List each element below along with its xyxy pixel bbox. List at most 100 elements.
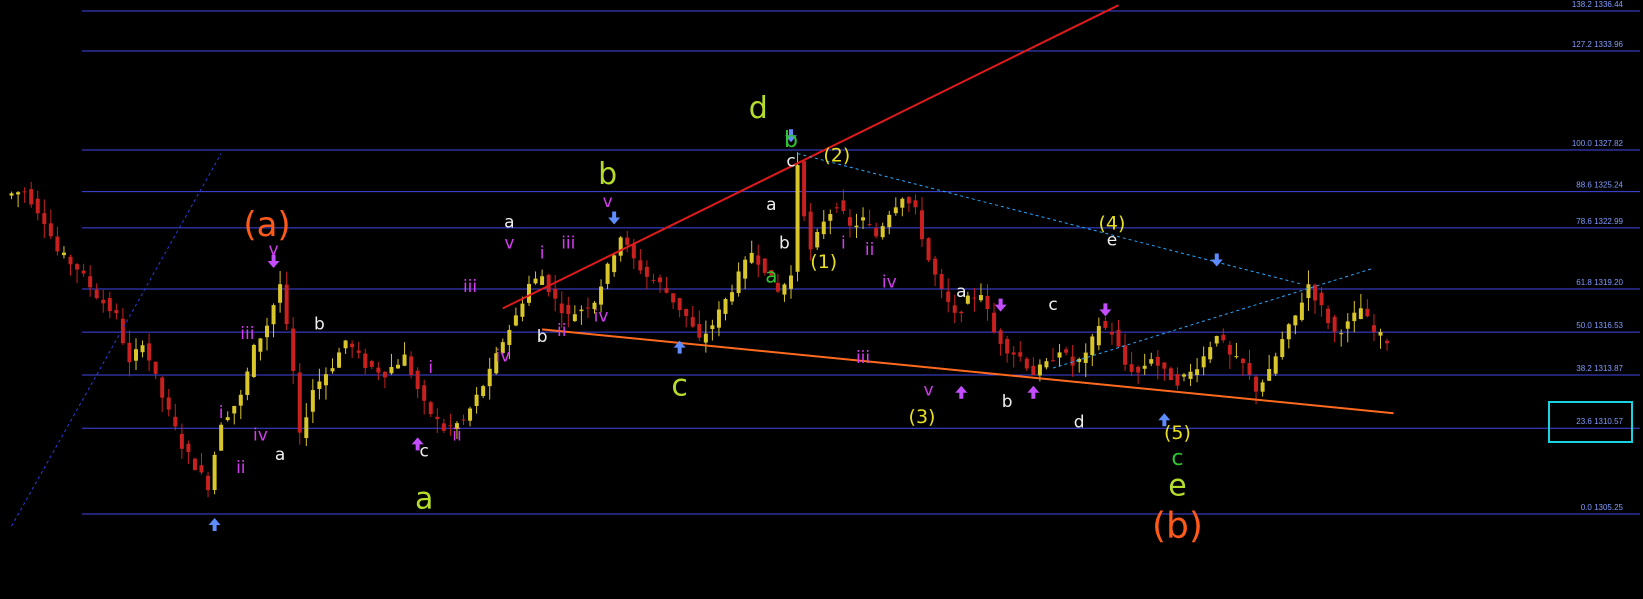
wave-label: c (1171, 446, 1183, 471)
candle-body (1286, 324, 1291, 340)
wave-label: v (603, 192, 613, 212)
candle-body (723, 299, 728, 314)
candle-body (684, 308, 689, 316)
candle-body (1024, 358, 1029, 369)
candle-body (1142, 365, 1147, 369)
candle-body (599, 286, 604, 305)
candle-body (225, 417, 230, 421)
candle-body (756, 255, 761, 265)
candle-body (638, 260, 643, 271)
candle-body (1247, 363, 1252, 375)
candle-body (1273, 356, 1278, 374)
candle-body (350, 343, 355, 348)
candle-body (834, 207, 839, 209)
candle-body (906, 197, 911, 204)
candle-body (1365, 308, 1370, 317)
candle-body (540, 276, 545, 285)
candle-body (1031, 365, 1036, 376)
candle-body (887, 214, 892, 228)
wave-label: iv (882, 272, 897, 292)
wave-label: b (784, 128, 798, 153)
candle-body (959, 311, 964, 314)
candle-body (35, 198, 40, 214)
candle-body (933, 258, 938, 275)
candle-body (939, 274, 944, 289)
candle-body (1044, 361, 1049, 368)
candle-body (507, 329, 512, 345)
candle-body (730, 292, 735, 302)
candle-body (1005, 338, 1010, 354)
wave-label: b (1002, 392, 1013, 412)
candle-body (127, 342, 132, 363)
candle-body (992, 312, 997, 333)
wave-label: c (786, 151, 795, 171)
wave-label: a (766, 195, 776, 215)
candle-body (487, 368, 492, 387)
candle-body (605, 263, 610, 284)
candle-body (815, 231, 820, 248)
candle-body (736, 271, 741, 294)
candle-body (101, 299, 106, 304)
candle-body (206, 475, 211, 491)
candle-body (1339, 333, 1344, 335)
wave-label: e (1168, 468, 1186, 503)
candle-body (356, 350, 361, 353)
candle-body (441, 423, 446, 431)
wave-label: e (1107, 230, 1117, 250)
candle-body (343, 340, 348, 349)
wave-label: ii (236, 458, 245, 478)
candle-body (61, 252, 66, 256)
wave-label: b (779, 234, 790, 254)
wave-label: i (219, 403, 224, 423)
wave-label: a (956, 282, 966, 302)
wave-label: v (269, 240, 279, 260)
candle-body (1326, 308, 1331, 324)
candle-body (513, 315, 518, 326)
candle-body (337, 352, 342, 368)
candle-body (22, 191, 27, 193)
fib-label-6: 50.0 1316.53 (1576, 321, 1623, 330)
wave-label: d (749, 91, 768, 126)
candle-body (55, 236, 60, 252)
candle-body (1011, 352, 1016, 355)
candle-body (631, 244, 636, 259)
candle-body (317, 381, 322, 389)
candle-body (749, 252, 754, 263)
wave-label: iii (240, 324, 254, 344)
candle-body (212, 454, 217, 490)
wave-label: ii (557, 321, 566, 341)
candle-body (998, 330, 1003, 344)
candle-body (245, 371, 250, 395)
wave-label: a (765, 264, 777, 288)
wave-label: iii (856, 348, 870, 368)
candle-body (1090, 336, 1095, 356)
candle-body (422, 385, 427, 401)
candle-body (107, 298, 112, 312)
wave-label: (1) (810, 251, 837, 273)
candle-body (75, 264, 80, 270)
candle-body (1149, 359, 1154, 364)
candle-body (789, 275, 793, 289)
candle-body (1378, 332, 1383, 336)
fib-label-1: 127.2 1333.96 (1572, 40, 1624, 49)
wave-label: ii (865, 240, 874, 260)
candle-body (821, 221, 826, 235)
candle-body (808, 211, 813, 250)
candle-body (867, 224, 872, 226)
candle-body (1103, 320, 1108, 328)
wave-label: a (504, 213, 514, 233)
wave-label: iv (495, 347, 510, 367)
candle-body (271, 305, 276, 325)
candle-body (880, 226, 885, 238)
candle-body (1168, 368, 1173, 381)
wave-label: c (1048, 295, 1057, 315)
candle-body (114, 310, 119, 314)
candle-body (703, 333, 708, 343)
wave-label: a (275, 445, 285, 465)
candle-body (644, 266, 649, 277)
candle-body (533, 278, 538, 284)
fib-label-4: 78.6 1322.99 (1576, 217, 1623, 226)
candle-body (1332, 316, 1337, 332)
candle-body (68, 256, 73, 265)
candle-body (579, 309, 584, 312)
